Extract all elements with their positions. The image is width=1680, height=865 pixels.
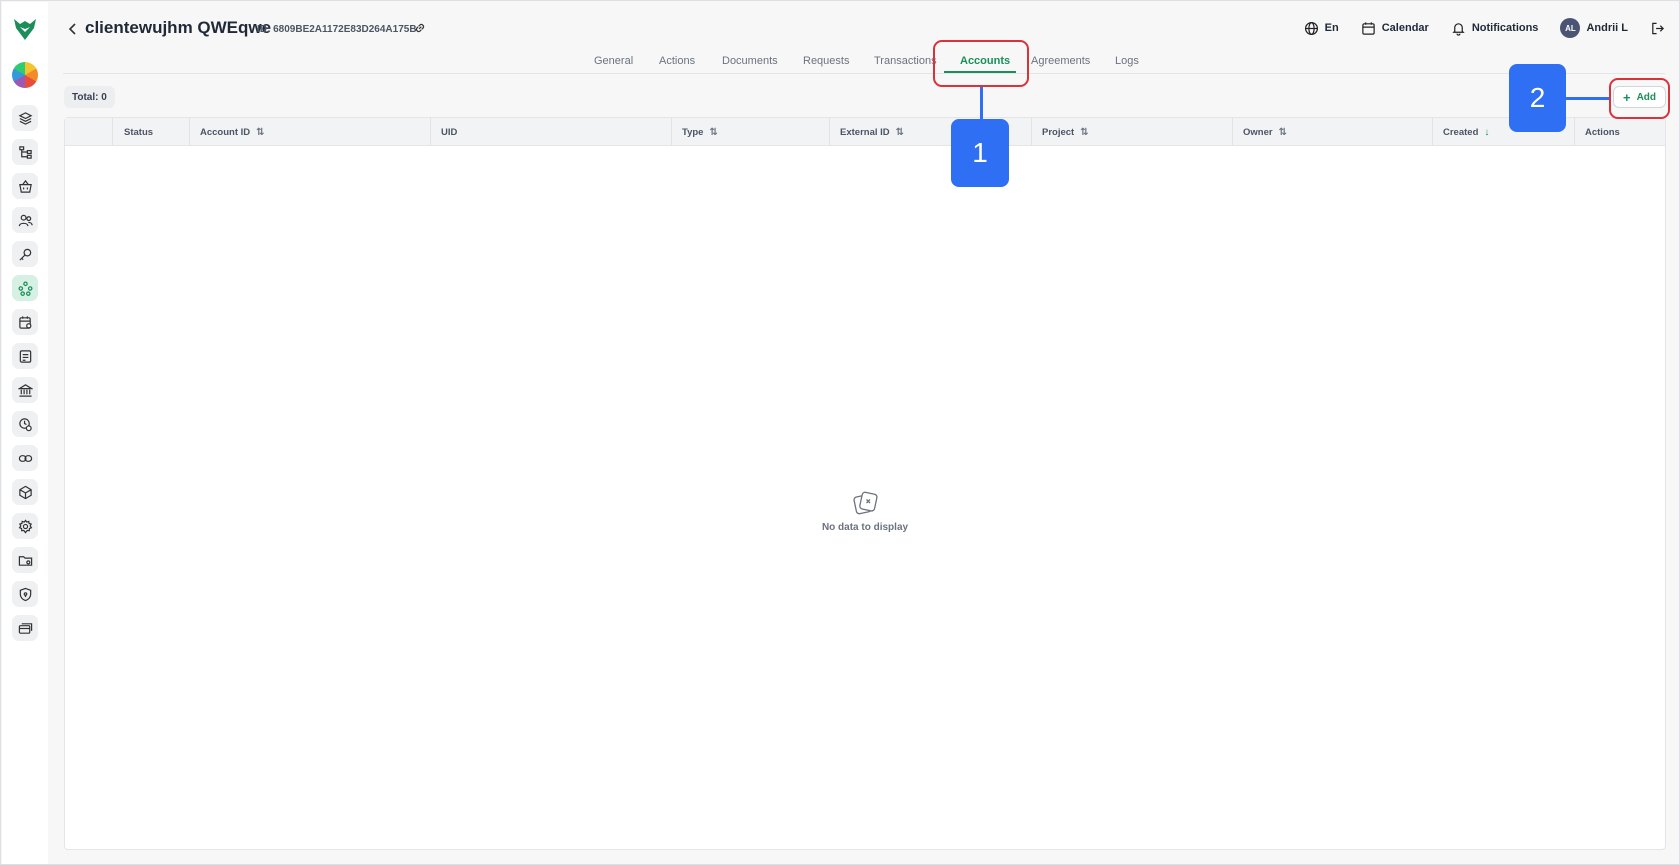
tab-logs[interactable]: Logs [1115, 55, 1139, 67]
bank-icon[interactable] [12, 377, 38, 403]
page-title: clientewujhm QWEqwe [85, 18, 272, 37]
avatar: AL [1560, 18, 1581, 38]
layers-icon[interactable] [12, 105, 38, 131]
col-owner[interactable]: Owner ⇅ [1243, 118, 1287, 146]
highlight-add-button [1609, 78, 1670, 119]
calendar-settings-icon[interactable] [12, 309, 38, 335]
color-wheel-icon[interactable] [12, 62, 38, 88]
notes-icon[interactable] [12, 343, 38, 369]
col-created[interactable]: Created ↓ [1443, 118, 1489, 146]
user-menu[interactable]: AL Andrii L [1560, 18, 1628, 38]
notifications-button[interactable]: Notifications [1451, 21, 1539, 36]
globe-icon [1304, 21, 1318, 35]
shield-icon[interactable] [12, 581, 38, 607]
logout-icon [1652, 22, 1664, 34]
col-uid[interactable]: UID [441, 118, 457, 146]
top-actions: En Calendar Notifications AL Andrii L [1304, 17, 1665, 39]
cards-icon[interactable] [12, 615, 38, 641]
sort-icon: ⇅ [1080, 126, 1089, 138]
calendar-icon [1362, 21, 1375, 35]
network-icon[interactable] [12, 275, 38, 301]
col-actions: Actions [1585, 126, 1620, 138]
tab-documents[interactable]: Documents [722, 55, 778, 67]
highlight-accounts-tab [933, 40, 1029, 87]
folder-user-icon[interactable] [12, 547, 38, 573]
tab-requests[interactable]: Requests [803, 55, 849, 67]
bell-icon [1452, 22, 1465, 36]
language-selector[interactable]: En [1304, 21, 1339, 36]
hierarchy-icon[interactable] [12, 139, 38, 165]
sort-icon: ⇅ [256, 126, 265, 138]
copy-link-icon[interactable] [413, 21, 427, 35]
total-count: Total: 0 [64, 86, 115, 108]
tab-bar: General Actions Documents Requests Trans… [63, 51, 1665, 74]
fox-logo-icon[interactable] [12, 16, 38, 42]
col-status[interactable]: Status [124, 118, 153, 146]
cube-icon[interactable] [12, 479, 38, 505]
basket-icon[interactable] [12, 173, 38, 199]
clock-user-icon[interactable] [12, 411, 38, 437]
accounts-table: Status Account ID ⇅ UID Type ⇅ External … [64, 117, 1666, 850]
users-icon[interactable] [12, 207, 38, 233]
tab-general[interactable]: General [594, 55, 633, 67]
table-header: Status Account ID ⇅ UID Type ⇅ External … [65, 118, 1665, 146]
client-id: ID: 6809BE2A1172E83D264A175B [257, 24, 417, 35]
sort-icon: ⇅ [709, 126, 718, 138]
col-account-id[interactable]: Account ID ⇅ [200, 118, 265, 146]
empty-state: No data to display [65, 488, 1665, 533]
calendar-label: Calendar [1381, 22, 1429, 34]
col-external-id[interactable]: External ID ⇅ [840, 118, 904, 146]
tab-actions[interactable]: Actions [659, 55, 695, 67]
callout-1: 1 [951, 119, 1009, 187]
select-all-cell[interactable] [65, 118, 112, 146]
notifications-label: Notifications [1471, 22, 1539, 34]
callout-2: 2 [1509, 64, 1566, 132]
col-type[interactable]: Type ⇅ [682, 118, 718, 146]
sort-desc-icon: ↓ [1484, 126, 1490, 138]
col-project[interactable]: Project ⇅ [1042, 118, 1089, 146]
callout-2-connector [1566, 97, 1609, 100]
language-label: En [1324, 22, 1339, 34]
app-window: clientewujhm QWEqwe ID: 6809BE2A1172E83D… [0, 0, 1680, 865]
user-name: Andrii L [1586, 22, 1628, 34]
sort-icon: ⇅ [1278, 126, 1287, 138]
tab-agreements[interactable]: Agreements [1031, 55, 1090, 67]
sort-icon: ⇅ [895, 126, 905, 138]
logout-button[interactable] [1650, 21, 1665, 36]
callout-1-connector [980, 87, 983, 119]
back-chevron-icon[interactable] [67, 21, 79, 37]
key-icon[interactable] [12, 241, 38, 267]
empty-box-icon [853, 491, 878, 515]
empty-message: No data to display [821, 522, 909, 533]
calendar-button[interactable]: Calendar [1361, 21, 1429, 36]
tab-transactions[interactable]: Transactions [874, 55, 937, 67]
sidebar [2, 2, 48, 864]
settings-gear-icon[interactable] [12, 513, 38, 539]
link-chain-icon[interactable] [12, 445, 38, 471]
